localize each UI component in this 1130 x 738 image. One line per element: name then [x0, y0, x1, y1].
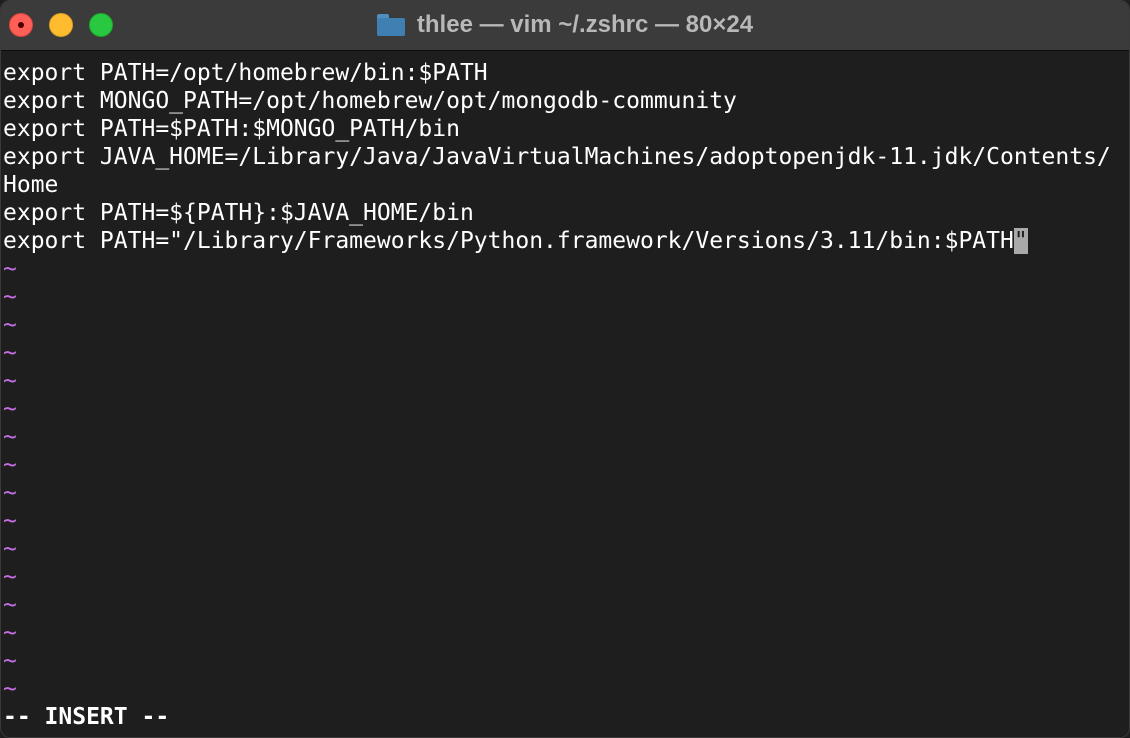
code-line: export PATH=${PATH}:$JAVA_HOME/bin	[3, 200, 474, 226]
vim-mode-indicator: -- INSERT --	[3, 704, 170, 730]
empty-line-tilde: ~	[3, 368, 17, 394]
code-line: export PATH=/opt/homebrew/bin:$PATH	[3, 60, 488, 86]
empty-line-tilde: ~	[3, 536, 17, 562]
code-line: Home	[3, 172, 59, 198]
empty-line-tilde: ~	[3, 564, 17, 590]
title-bar[interactable]: thlee — vim ~/.zshrc — 80×24	[1, 1, 1129, 51]
empty-line-tilde: ~	[3, 508, 17, 534]
window-title-text: thlee — vim ~/.zshrc — 80×24	[416, 11, 754, 38]
window-title: thlee — vim ~/.zshrc — 80×24	[1, 1, 1129, 49]
code-line-with-cursor: export PATH="/Library/Frameworks/Python.…	[1, 227, 1129, 255]
text-cursor: "	[1013, 228, 1028, 254]
empty-line-tilde: ~	[3, 424, 17, 450]
folder-icon	[376, 14, 405, 36]
empty-line-tilde: ~	[3, 284, 17, 310]
empty-line-tilde: ~	[3, 592, 17, 618]
code-text: export PATH="/Library/Frameworks/Python.…	[3, 228, 1014, 254]
terminal-window: thlee — vim ~/.zshrc — 80×24 export PATH…	[0, 0, 1130, 738]
empty-line-tilde: ~	[3, 396, 17, 422]
code-line: export JAVA_HOME=/Library/Java/JavaVirtu…	[3, 144, 1111, 170]
empty-line-tilde: ~	[3, 340, 17, 366]
empty-line-tilde: ~	[3, 480, 17, 506]
empty-line-tilde: ~	[3, 256, 17, 282]
empty-line-tilde: ~	[3, 312, 17, 338]
code-line: export PATH=$PATH:$MONGO_PATH/bin	[3, 116, 460, 142]
empty-line-tilde: ~	[3, 648, 17, 674]
empty-line-tilde: ~	[3, 676, 17, 702]
empty-line-tilde: ~	[3, 452, 17, 478]
empty-line-tilde: ~	[3, 620, 17, 646]
code-line: export MONGO_PATH=/opt/homebrew/opt/mong…	[3, 88, 737, 114]
terminal-content[interactable]: export PATH=/opt/homebrew/bin:$PATH expo…	[1, 51, 1129, 737]
